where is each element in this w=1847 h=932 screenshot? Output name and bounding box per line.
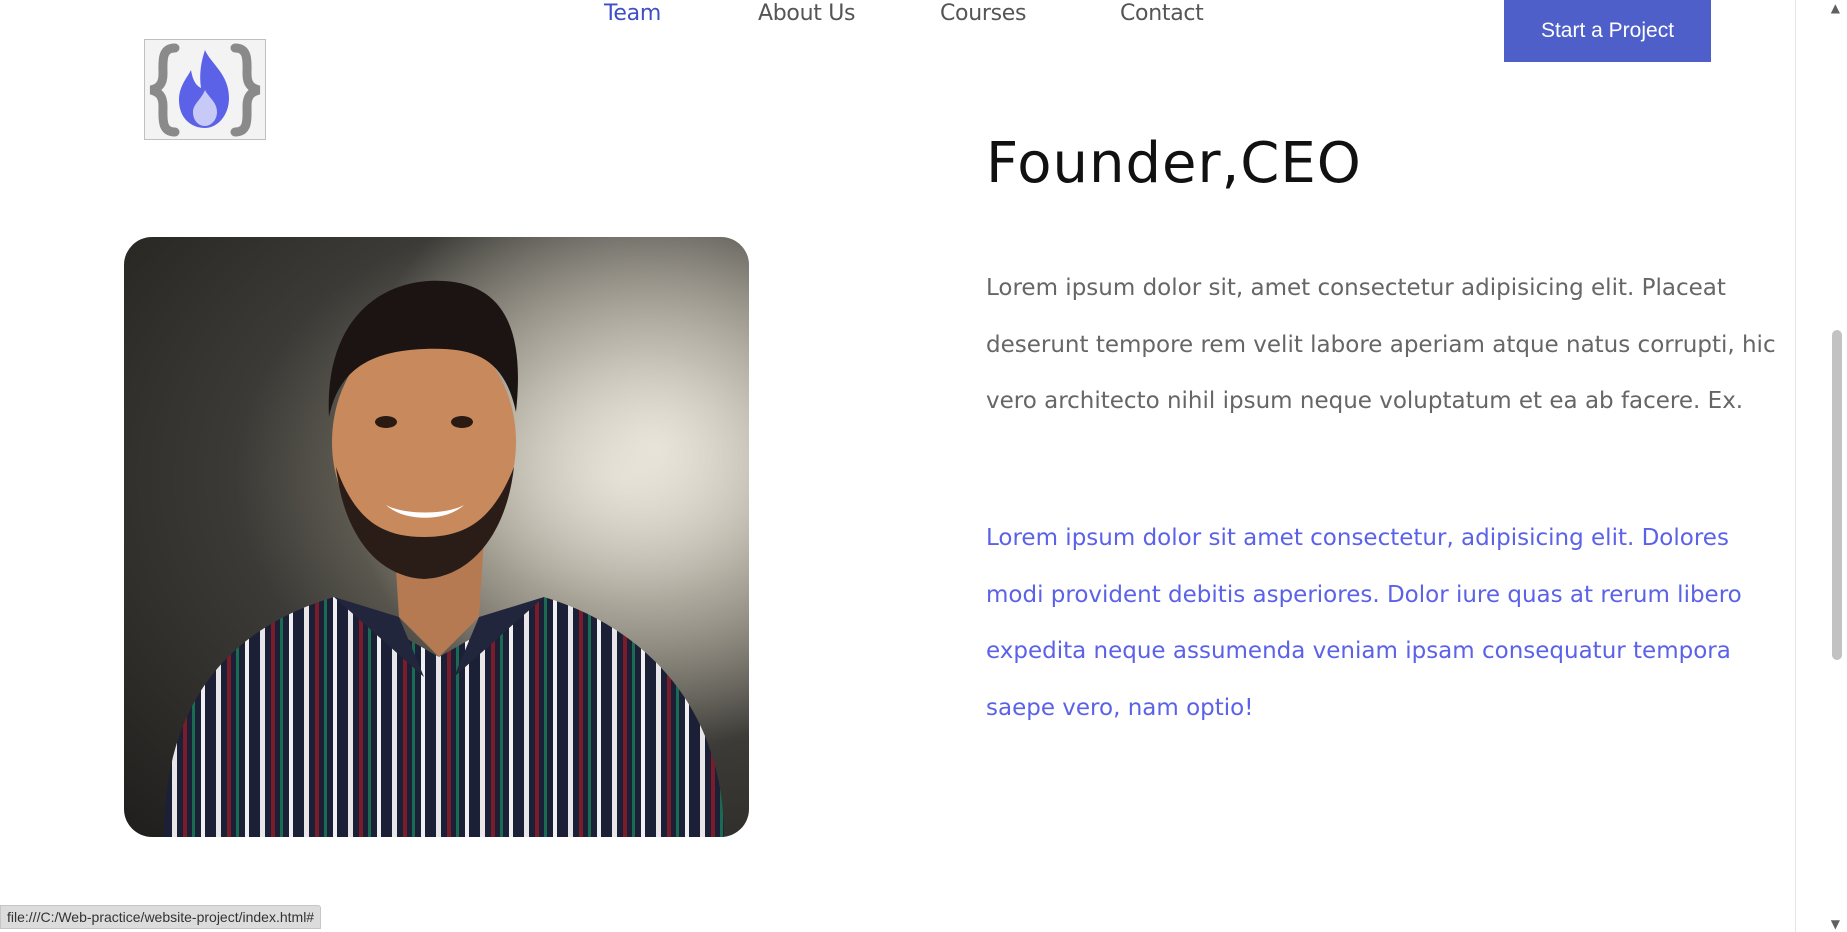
founder-portrait bbox=[124, 237, 749, 837]
intro-paragraph: Lorem ipsum dolor sit, amet consectetur … bbox=[986, 275, 1776, 414]
scroll-up-arrow-icon[interactable]: ▲ bbox=[1796, 0, 1847, 16]
highlight-paragraph: Lorem ipsum dolor sit amet consectetur, … bbox=[986, 525, 1742, 721]
nav-link-about-us[interactable]: About Us bbox=[758, 0, 856, 28]
start-project-button[interactable]: Start a Project bbox=[1504, 0, 1711, 62]
page: Team About Us Courses Contact Start a Pr… bbox=[0, 0, 1795, 932]
logo[interactable] bbox=[144, 39, 266, 140]
code-flame-logo-icon bbox=[149, 43, 261, 137]
link-status-bar: file:///C:/Web-practice/website-project/… bbox=[0, 905, 322, 929]
nav-link-contact[interactable]: Contact bbox=[1120, 0, 1204, 28]
founder-portrait-image bbox=[124, 237, 749, 837]
vertical-scrollbar[interactable]: ▲ ▼ bbox=[1795, 0, 1847, 932]
nav-link-courses[interactable]: Courses bbox=[940, 0, 1026, 28]
nav-link-team[interactable]: Team bbox=[604, 0, 661, 28]
page-title: Founder,CEO bbox=[986, 131, 1362, 196]
scrollbar-thumb[interactable] bbox=[1832, 330, 1842, 660]
scroll-down-arrow-icon[interactable]: ▼ bbox=[1796, 916, 1847, 932]
